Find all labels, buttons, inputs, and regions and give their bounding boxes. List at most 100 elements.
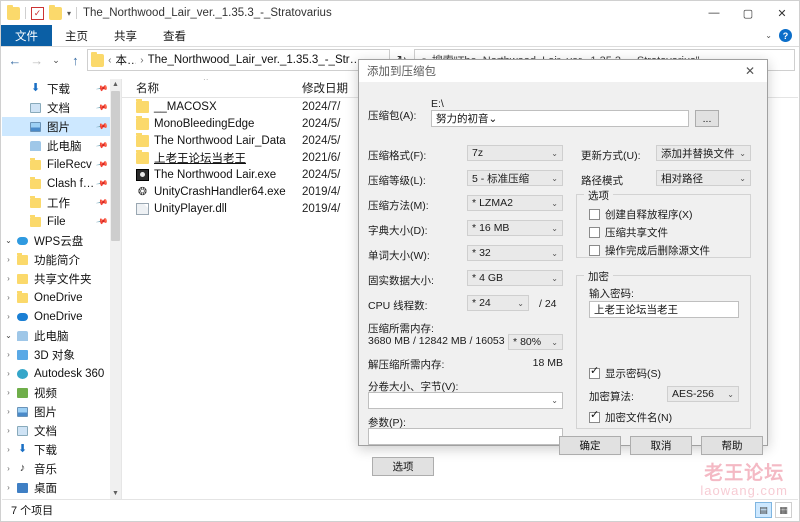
password-input[interactable]: 上老王论坛当老王 [589, 301, 739, 318]
dialog-close-button[interactable]: ✕ [733, 60, 767, 82]
folder-icon[interactable] [7, 4, 20, 20]
chevron-right-icon[interactable]: › [2, 312, 15, 321]
up-button[interactable]: ↑ [65, 50, 85, 70]
method-select[interactable]: LZMA2 ⌄ [467, 195, 563, 211]
breadcrumb[interactable]: ‹ 本... › The_Northwood_Lair_ver._1.35.3_… [87, 49, 390, 71]
scroll-thumb[interactable] [111, 91, 120, 241]
sidebar-item-6[interactable]: 工作 📌 [2, 193, 121, 212]
sidebar-item-1[interactable]: 文档 📌 [2, 98, 121, 117]
format-select[interactable]: 7z ⌄ [467, 145, 563, 161]
sidebar-item-10[interactable]: › 共享文件夹 [2, 269, 121, 288]
sidebar-item-4[interactable]: FileRecv 📌 [2, 155, 121, 174]
encrypt-filenames-checkbox[interactable]: 加密文件名(N) [589, 410, 672, 425]
pin-icon[interactable]: 📌 [95, 101, 108, 114]
chevron-right-icon[interactable]: › [2, 426, 15, 435]
chevron-down-icon[interactable]: ⌄ [2, 331, 15, 340]
chevron-down-icon[interactable]: ⌄ [765, 31, 772, 40]
parameters-input[interactable] [368, 428, 563, 445]
scroll-up-arrow[interactable]: ▲ [110, 79, 121, 90]
sidebar-item-2[interactable]: 图片 📌 [2, 117, 121, 136]
tab-home[interactable]: 主页 [52, 25, 101, 46]
details-view-icon[interactable]: ▤ [755, 502, 772, 518]
sidebar-item-7[interactable]: File 📌 [2, 212, 121, 231]
maximize-button[interactable]: ▢ [731, 1, 765, 25]
delete-after-compress-checkbox[interactable]: 操作完成后删除源文件 [589, 243, 710, 258]
chevron-right-icon[interactable]: › [2, 407, 15, 416]
sidebar-item-3[interactable]: 此电脑 📌 [2, 136, 121, 155]
pin-icon[interactable]: 📌 [95, 177, 108, 190]
close-button[interactable]: ✕ [765, 1, 799, 25]
sidebar-item-12[interactable]: › OneDrive [2, 307, 121, 326]
chevron-down-icon[interactable]: ⌄ [489, 113, 498, 125]
chevron-down-icon[interactable]: ⌄ [551, 396, 558, 405]
chevron-down-icon[interactable]: ▾ [67, 9, 71, 18]
new-folder-icon[interactable] [49, 4, 62, 20]
chevron-right-icon[interactable]: › [2, 464, 15, 473]
pin-icon[interactable]: 📌 [95, 139, 108, 152]
sidebar-item-19[interactable]: › ⬇ 下载 [2, 440, 121, 459]
chevron-right-icon[interactable]: › [2, 255, 15, 264]
sidebar-item-20[interactable]: › ♪ 音乐 [2, 459, 121, 478]
sidebar-item-11[interactable]: › OneDrive [2, 288, 121, 307]
sidebar-item-5[interactable]: Clash for Windo📌 [2, 174, 121, 193]
chevron-right-icon[interactable]: › [2, 369, 15, 378]
chevron-right-icon[interactable]: › [2, 483, 15, 492]
level-select[interactable]: 5 - 标准压缩 ⌄ [467, 170, 563, 186]
browse-button[interactable]: ... [695, 110, 719, 127]
tab-share[interactable]: 共享 [101, 25, 150, 46]
help-icon[interactable]: ? [779, 29, 792, 42]
chevron-right-icon[interactable]: › [2, 445, 15, 454]
sidebar-item-17[interactable]: › 图片 [2, 402, 121, 421]
sidebar-item-16[interactable]: › 视频 [2, 383, 121, 402]
chevron-right-icon[interactable]: › [2, 274, 15, 283]
dict-size-select[interactable]: 16 MB ⌄ [467, 220, 563, 236]
forward-button[interactable]: → [27, 50, 47, 70]
sidebar-item-21[interactable]: › 桌面 [2, 478, 121, 497]
breadcrumb-item-1[interactable]: The_Northwood_Lair_ver._1.35.3_-_Strat..… [148, 54, 367, 66]
compress-shared-files-checkbox[interactable]: 压缩共享文件 [589, 225, 668, 240]
pin-icon[interactable]: 📌 [95, 196, 108, 209]
create-sfx-checkbox[interactable]: 创建自释放程序(X) [589, 207, 693, 222]
options-button[interactable]: 选项 [372, 457, 434, 476]
recent-locations-button[interactable]: ⌄ [49, 50, 64, 70]
sidebar-item-8[interactable]: ⌄ WPS云盘 [2, 231, 121, 250]
encryption-algorithm-select[interactable]: AES-256 ⌄ [667, 386, 739, 402]
chevron-right-icon[interactable]: › [2, 388, 15, 397]
nav-scrollbar[interactable]: ▲ ▼ [110, 79, 121, 499]
pin-icon[interactable]: 📌 [95, 158, 108, 171]
minimize-button[interactable]: — [697, 1, 731, 25]
pin-icon[interactable]: 📌 [95, 215, 108, 228]
back-button[interactable]: ← [5, 50, 25, 70]
sidebar-item-18[interactable]: › 文档 [2, 421, 121, 440]
quick-access-toolbar[interactable]: ✓ ▾ [7, 4, 78, 20]
chevron-right-icon[interactable]: › [2, 293, 15, 302]
cpu-threads-select[interactable]: 24 ⌄ [467, 295, 529, 311]
sidebar-item-13[interactable]: ⌄ 此电脑 [2, 326, 121, 345]
scroll-down-arrow[interactable]: ▼ [110, 488, 121, 499]
properties-icon[interactable]: ✓ [31, 6, 44, 20]
chevron-down-icon[interactable]: ⌄ [2, 236, 15, 245]
word-size-select[interactable]: 32 ⌄ [467, 245, 563, 261]
tab-view[interactable]: 查看 [150, 25, 199, 46]
sidebar-item-14[interactable]: › 3D 对象 [2, 345, 121, 364]
large-icons-view-icon[interactable]: ▦ [775, 502, 792, 518]
chevron-right-icon[interactable]: › [2, 350, 15, 359]
help-button[interactable]: 帮助 [701, 436, 763, 455]
update-mode-select[interactable]: 添加并替换文件 ⌄ [656, 145, 751, 161]
split-size-input[interactable]: ⌄ [368, 392, 563, 409]
show-password-checkbox[interactable]: 显示密码(S) [589, 366, 661, 381]
tab-file[interactable]: 文件 [1, 25, 52, 46]
memory-usage-select[interactable]: 80% ⌄ [508, 334, 563, 350]
sidebar-item-0[interactable]: ⬇ 下载 📌 [2, 79, 121, 98]
cancel-button[interactable]: 取消 [630, 436, 692, 455]
pin-icon[interactable]: 📌 [95, 120, 108, 133]
archive-name-input[interactable]: 努力的初音 ⌄ [431, 110, 689, 127]
breadcrumb-item-0[interactable]: 本... [115, 52, 136, 68]
column-name[interactable]: 名称 ⌃ [122, 79, 302, 96]
path-mode-select[interactable]: 相对路径 ⌄ [656, 170, 751, 186]
pin-icon[interactable]: 📌 [95, 82, 108, 95]
sidebar-item-15[interactable]: › Autodesk 360 [2, 364, 121, 383]
ok-button[interactable]: 确定 [559, 436, 621, 455]
sidebar-item-9[interactable]: › 功能简介 [2, 250, 121, 269]
solid-size-select[interactable]: 4 GB ⌄ [467, 270, 563, 286]
